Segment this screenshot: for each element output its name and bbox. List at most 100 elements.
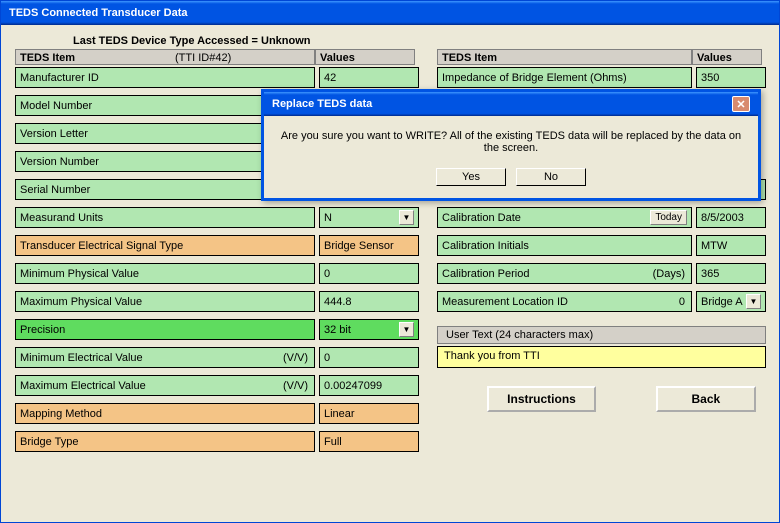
field-label-text: Calibration Date xyxy=(442,212,521,224)
field-value-text: MTW xyxy=(701,240,727,252)
field-row: Mapping Method Linear xyxy=(15,403,419,424)
field-row: Minimum Electrical Value(V/V) 0 xyxy=(15,347,419,368)
window-titlebar: TEDS Connected Transducer Data xyxy=(1,1,779,25)
field-label: Calibration Date Today xyxy=(437,207,692,228)
chevron-down-icon[interactable]: ▼ xyxy=(399,322,414,337)
field-value[interactable]: 0 xyxy=(319,263,419,284)
field-value[interactable]: Bridge Sensor xyxy=(319,235,419,256)
replace-teds-dialog: Replace TEDS data ✕ Are you sure you wan… xyxy=(261,89,761,201)
chevron-down-icon[interactable]: ▼ xyxy=(399,210,414,225)
user-text-value[interactable]: Thank you from TTI xyxy=(437,346,766,368)
chevron-down-icon[interactable]: ▼ xyxy=(746,294,761,309)
field-label-text: Bridge Type xyxy=(20,436,79,448)
field-label-text: Minimum Electrical Value xyxy=(20,352,143,364)
field-label-text: Manufacturer ID xyxy=(20,72,99,84)
field-label-text: Minimum Physical Value xyxy=(20,268,139,280)
field-value-text: 0 xyxy=(324,268,330,280)
dialog-message: Are you sure you want to WRITE? All of t… xyxy=(276,130,746,154)
field-label-text: Measurand Units xyxy=(20,212,103,224)
left-col-header: TEDS Item (TTI ID#42) Values xyxy=(15,49,419,65)
field-label-text: Version Number xyxy=(20,156,99,168)
field-label-suffix: (Days) xyxy=(653,268,687,280)
field-label: Calibration Initials xyxy=(437,235,692,256)
field-value-text: 42 xyxy=(324,72,336,84)
field-row: Bridge Type Full xyxy=(15,431,419,452)
field-label-text: Version Letter xyxy=(20,128,88,140)
today-button[interactable]: Today xyxy=(650,210,687,225)
field-label: Measurement Location ID0 xyxy=(437,291,692,312)
field-row: Maximum Electrical Value (V/V) 0.00247099 xyxy=(15,375,419,396)
field-value[interactable]: MTW xyxy=(696,235,766,256)
field-label-text: Maximum Physical Value xyxy=(20,296,142,308)
header-values: Values xyxy=(315,49,415,65)
field-row: Manufacturer ID 42 xyxy=(15,67,419,88)
right-col-header: TEDS Item Values xyxy=(437,49,766,65)
field-label: Measurand Units xyxy=(15,207,315,228)
field-value[interactable]: 365 xyxy=(696,263,766,284)
field-value[interactable]: 350 xyxy=(696,67,766,88)
field-value[interactable]: N▼ xyxy=(319,207,419,228)
field-label: Bridge Type xyxy=(15,431,315,452)
field-label: Transducer Electrical Signal Type xyxy=(15,235,315,256)
field-row: Calibration Initials MTW xyxy=(437,235,766,256)
instructions-button[interactable]: Instructions xyxy=(487,386,596,412)
main-window: TEDS Connected Transducer Data Last TEDS… xyxy=(0,0,780,523)
field-label-suffix: 0 xyxy=(679,296,687,308)
field-label-text: Maximum Electrical Value xyxy=(20,380,146,392)
dialog-yes-button[interactable]: Yes xyxy=(436,168,506,186)
field-label: Impedance of Bridge Element (Ohms) xyxy=(437,67,692,88)
field-row: Maximum Physical Value 444.8 xyxy=(15,291,419,312)
field-value-text: 444.8 xyxy=(324,296,352,308)
field-value-text: Linear xyxy=(324,408,355,420)
field-value-text: Bridge A xyxy=(701,296,743,308)
field-value-text: 8/5/2003 xyxy=(701,212,744,224)
field-label: Mapping Method xyxy=(15,403,315,424)
field-value[interactable]: 32 bit ▼ xyxy=(319,319,419,340)
field-row: Measurement Location ID0Bridge A▼ xyxy=(437,291,766,312)
field-value[interactable]: 0.00247099 xyxy=(319,375,419,396)
field-row: Calibration Period (Days) 365 xyxy=(437,263,766,284)
field-label-text: Model Number xyxy=(20,100,92,112)
field-value-text: 365 xyxy=(701,268,719,280)
field-value[interactable]: Full xyxy=(319,431,419,452)
field-row: Measurand UnitsN▼ xyxy=(15,207,419,228)
field-row: Transducer Electrical Signal Type Bridge … xyxy=(15,235,419,256)
field-label: Precision xyxy=(15,319,315,340)
field-row: Minimum Physical Value 0 xyxy=(15,263,419,284)
header-teds-item-r: TEDS Item xyxy=(437,49,692,65)
header-values-r: Values xyxy=(692,49,762,65)
header-tti-id: (TTI ID#42) xyxy=(75,51,231,63)
field-label-text: Calibration Period xyxy=(442,268,529,280)
field-value-text: 32 bit xyxy=(324,324,351,336)
field-value-text: 350 xyxy=(701,72,719,84)
field-label-text: Mapping Method xyxy=(20,408,102,420)
field-row: Impedance of Bridge Element (Ohms) 350 xyxy=(437,67,766,88)
user-text-header: User Text (24 characters max) xyxy=(437,326,766,344)
field-label-suffix: (V/V) xyxy=(283,380,310,392)
field-row: Precision 32 bit ▼ xyxy=(15,319,419,340)
field-value[interactable]: Linear xyxy=(319,403,419,424)
field-label-text: Impedance of Bridge Element (Ohms) xyxy=(442,72,627,84)
last-device-header: Last TEDS Device Type Accessed = Unknown xyxy=(15,35,765,47)
field-label: Minimum Electrical Value(V/V) xyxy=(15,347,315,368)
field-label: Maximum Electrical Value (V/V) xyxy=(15,375,315,396)
field-row: Calibration Date Today 8/5/2003 xyxy=(437,207,766,228)
field-value[interactable]: 0 xyxy=(319,347,419,368)
dialog-title: Replace TEDS data xyxy=(272,98,372,110)
field-value[interactable]: 8/5/2003 xyxy=(696,207,766,228)
field-label-text: Serial Number xyxy=(20,184,90,196)
field-value-text: Bridge Sensor xyxy=(324,240,394,252)
dialog-close-button[interactable]: ✕ xyxy=(732,96,750,112)
field-value-text: N xyxy=(324,212,332,224)
field-value[interactable]: Bridge A▼ xyxy=(696,291,766,312)
back-button[interactable]: Back xyxy=(656,386,756,412)
field-label: Minimum Physical Value xyxy=(15,263,315,284)
dialog-titlebar: Replace TEDS data ✕ xyxy=(264,92,758,116)
field-value[interactable]: 444.8 xyxy=(319,291,419,312)
field-value-text: 0 xyxy=(324,352,330,364)
dialog-no-button[interactable]: No xyxy=(516,168,586,186)
field-label-text: Precision xyxy=(20,324,65,336)
field-value[interactable]: 42 xyxy=(319,67,419,88)
field-label-text: Calibration Initials xyxy=(442,240,529,252)
field-label: Maximum Physical Value xyxy=(15,291,315,312)
